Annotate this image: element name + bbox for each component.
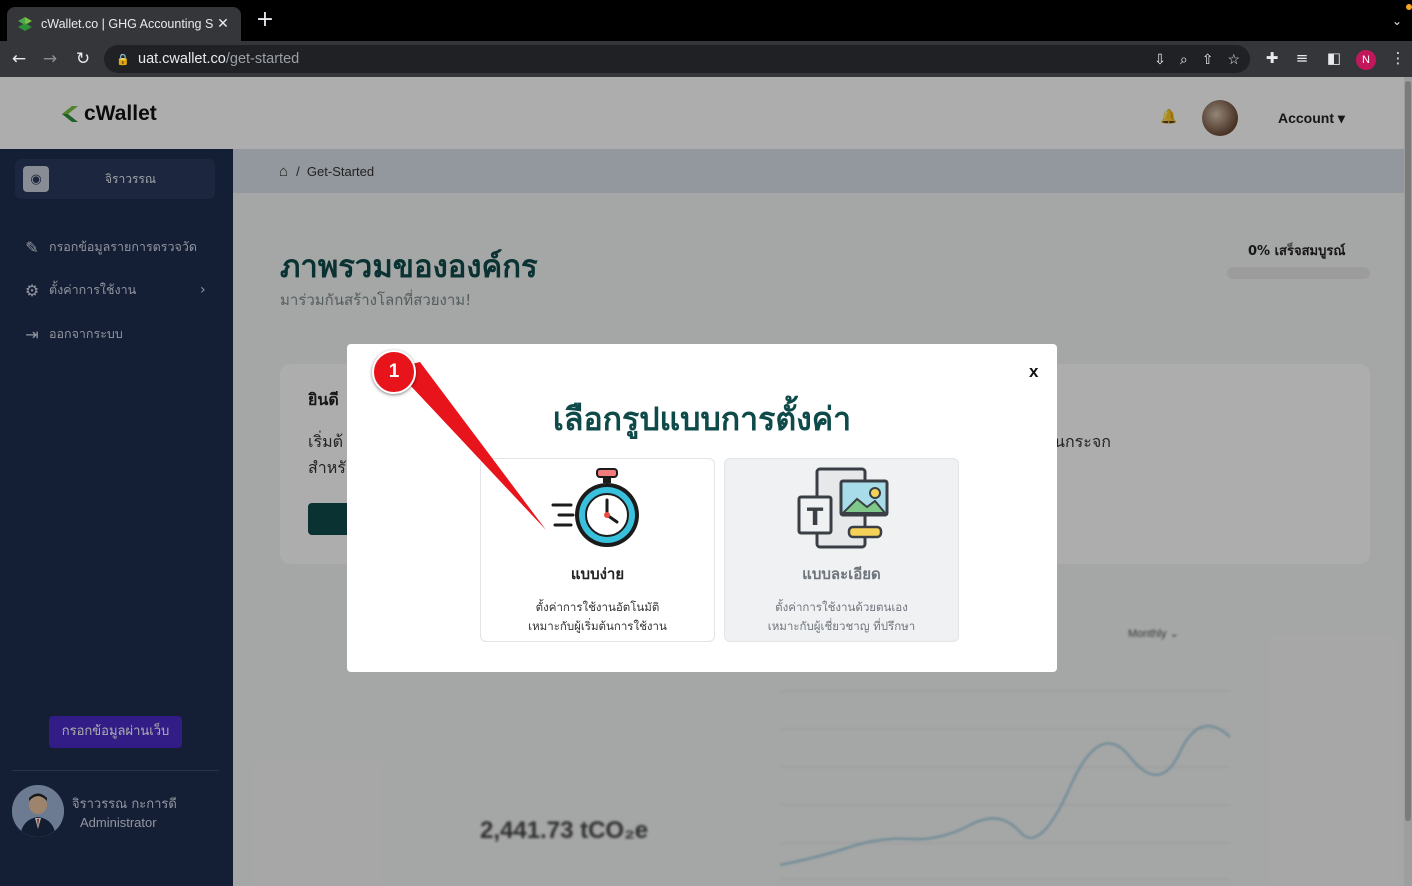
tab-search-chevron-icon[interactable]: ⌄ (1392, 14, 1402, 28)
option-detailed[interactable]: T แบบละเอียด ตั้งค่าการใช้งานด้วยตนเอง เ… (724, 458, 959, 642)
side-panel-icon[interactable]: ◧ (1324, 49, 1344, 67)
option-desc-line1: ตั้งค่าการใช้งานด้วยตนเอง (775, 600, 908, 614)
tab-title: cWallet.co | GHG Accounting S (41, 17, 214, 31)
install-icon[interactable]: ⇩ (1154, 51, 1166, 68)
extensions-icon[interactable]: ✚ (1262, 49, 1282, 67)
cwallet-favicon-icon (18, 17, 32, 31)
url-path: /get-started (225, 51, 300, 67)
browser-tab-bar: cWallet.co | GHG Accounting S ✕ + ⌄ (0, 0, 1412, 41)
url-host: uat.cwallet.co (138, 51, 226, 67)
svg-text:T: T (807, 503, 824, 531)
option-name: แบบง่าย (570, 565, 625, 583)
new-tab-icon[interactable]: + (254, 9, 276, 32)
stopwatch-icon (551, 468, 639, 547)
bookmark-star-icon[interactable]: ☆ (1227, 51, 1240, 68)
browser-menu-icon[interactable]: ⋮ (1388, 49, 1408, 67)
reload-icon[interactable]: ↻ (73, 49, 93, 69)
tab-close-icon[interactable]: ✕ (215, 16, 231, 32)
address-bar[interactable]: 🔒 uat.cwallet.co/get-started ⇩ ⌕ ⇧ ☆ (104, 45, 1250, 73)
browser-toolbar: ← → ↻ 🔒 uat.cwallet.co/get-started ⇩ ⌕ ⇧… (0, 41, 1412, 77)
back-icon[interactable]: ← (9, 49, 29, 69)
layout-design-icon: T (797, 467, 889, 549)
close-button[interactable]: x (1029, 362, 1038, 382)
option-desc-line2: เหมาะกับผู้เชี่ยวชาญ ที่ปรึกษา (767, 619, 916, 633)
forward-icon[interactable]: → (40, 49, 60, 69)
option-desc-line2: เหมาะกับผู้เริ่มต้นการใช้งาน (528, 619, 667, 633)
browser-tab[interactable]: cWallet.co | GHG Accounting S ✕ (7, 7, 241, 41)
step-badge: 1 (372, 350, 416, 394)
profile-avatar[interactable]: N (1356, 50, 1376, 70)
option-desc-line1: ตั้งค่าการใช้งานอัตโนมัติ (535, 600, 660, 614)
share-icon[interactable]: ⇧ (1202, 51, 1214, 68)
notification-dot (1406, 4, 1412, 10)
zoom-icon[interactable]: ⌕ (1180, 51, 1188, 68)
media-control-icon[interactable]: ≡ (1292, 49, 1312, 67)
option-name: แบบละเอียด (802, 565, 881, 583)
lock-icon: 🔒 (116, 53, 130, 66)
